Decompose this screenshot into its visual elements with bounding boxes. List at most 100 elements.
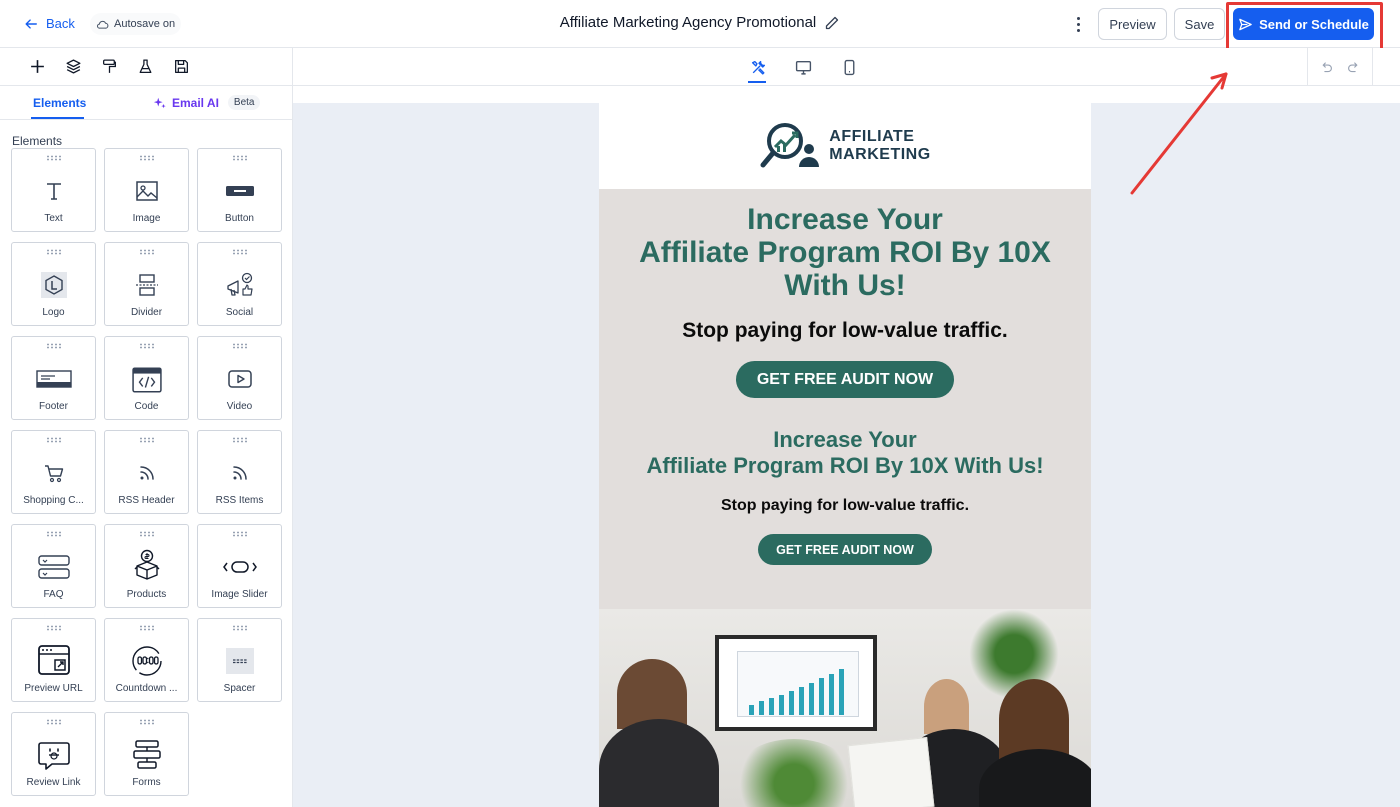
- element-label: Preview URL: [24, 683, 83, 694]
- redo-icon[interactable]: [1347, 61, 1360, 74]
- divider-icon: [135, 274, 158, 296]
- cta-button-primary[interactable]: GET FREE AUDIT NOW: [736, 361, 954, 398]
- element-preview-url[interactable]: Preview URL: [11, 618, 96, 702]
- mobile-view-icon[interactable]: [839, 57, 859, 77]
- email-preview[interactable]: AFFILIATE MARKETING Increase Your Affili…: [599, 103, 1091, 807]
- more-options-icon[interactable]: [1068, 14, 1088, 34]
- desktop-view-icon[interactable]: [793, 57, 813, 77]
- drag-handle-icon[interactable]: [46, 719, 62, 725]
- element-faq[interactable]: FAQ: [11, 524, 96, 608]
- element-divider[interactable]: Divider: [104, 242, 189, 326]
- history-controls: [1307, 48, 1373, 86]
- element-footer[interactable]: Footer: [11, 336, 96, 420]
- preview-button[interactable]: Preview: [1098, 8, 1167, 40]
- element-shopping-cart[interactable]: Shopping C...: [11, 430, 96, 514]
- add-icon[interactable]: [28, 58, 46, 76]
- drag-handle-icon[interactable]: [46, 155, 62, 161]
- active-tab-indicator: [31, 117, 84, 119]
- drag-handle-icon[interactable]: [139, 437, 155, 443]
- send-icon: [1239, 18, 1252, 30]
- logo-icon: [40, 272, 67, 298]
- drag-handle-icon[interactable]: [232, 625, 248, 631]
- element-rss-items[interactable]: RSS Items: [197, 430, 282, 514]
- element-countdown[interactable]: Countdown ...: [104, 618, 189, 702]
- element-label: Image Slider: [211, 589, 268, 600]
- drag-handle-icon[interactable]: [232, 249, 248, 255]
- tab-elements[interactable]: Elements: [33, 96, 86, 110]
- beta-badge: Beta: [227, 95, 261, 110]
- element-image[interactable]: Image: [104, 148, 189, 232]
- drag-handle-icon[interactable]: [139, 531, 155, 537]
- sidebar-toolbar: [0, 48, 292, 86]
- element-rss-header[interactable]: RSS Header: [104, 430, 189, 514]
- back-label: Back: [46, 16, 75, 31]
- element-forms[interactable]: Forms: [104, 712, 189, 796]
- drag-handle-icon[interactable]: [46, 249, 62, 255]
- button-icon: [225, 186, 254, 196]
- tab-email-ai-label: Email AI: [172, 95, 219, 110]
- design-mode-icon[interactable]: [748, 57, 768, 77]
- drag-handle-icon[interactable]: [46, 625, 62, 631]
- save-template-icon[interactable]: [172, 58, 190, 76]
- cloud-icon: [96, 20, 109, 29]
- drag-handle-icon[interactable]: [46, 343, 62, 349]
- element-logo[interactable]: Logo: [11, 242, 96, 326]
- element-label: FAQ: [43, 589, 64, 600]
- send-or-schedule-button[interactable]: Send or Schedule: [1233, 8, 1374, 40]
- element-social[interactable]: Social: [197, 242, 282, 326]
- arrow-left-icon: [25, 18, 37, 29]
- drag-handle-icon[interactable]: [139, 343, 155, 349]
- hero-section[interactable]: Increase Your Affiliate Program ROI By 1…: [599, 189, 1091, 807]
- element-products[interactable]: Products: [104, 524, 189, 608]
- element-text[interactable]: Text: [11, 148, 96, 232]
- paint-roller-icon[interactable]: [100, 58, 118, 76]
- element-spacer[interactable]: Spacer: [197, 618, 282, 702]
- hero-photo: [599, 609, 1091, 807]
- drag-handle-icon[interactable]: [232, 155, 248, 161]
- drag-handle-icon[interactable]: [46, 531, 62, 537]
- element-video[interactable]: Video: [197, 336, 282, 420]
- drag-handle-icon[interactable]: [139, 625, 155, 631]
- element-code[interactable]: Code: [104, 336, 189, 420]
- drag-handle-icon[interactable]: [139, 249, 155, 255]
- drag-handle-icon[interactable]: [232, 531, 248, 537]
- secondary-heading: Increase Your Affiliate Program ROI By 1…: [646, 427, 1044, 478]
- save-button[interactable]: Save: [1174, 8, 1225, 40]
- hero-heading: Increase Your Affiliate Program ROI By 1…: [639, 203, 1051, 302]
- drag-handle-icon[interactable]: [139, 719, 155, 725]
- layers-icon[interactable]: [64, 58, 82, 76]
- element-label: Logo: [42, 307, 65, 318]
- preview-url-icon: [37, 645, 70, 675]
- drag-handle-icon[interactable]: [232, 437, 248, 443]
- flask-icon[interactable]: [136, 58, 154, 76]
- cta-button-secondary[interactable]: GET FREE AUDIT NOW: [758, 534, 932, 565]
- drag-handle-icon[interactable]: [232, 343, 248, 349]
- rss-icon: [139, 466, 154, 480]
- drag-handle-icon[interactable]: [46, 437, 62, 443]
- tab-email-ai[interactable]: Email AI Beta: [153, 95, 261, 110]
- element-review-link[interactable]: Review Link: [11, 712, 96, 796]
- social-icon: [226, 272, 253, 296]
- drag-handle-icon[interactable]: [139, 155, 155, 161]
- element-label: Countdown ...: [115, 683, 178, 694]
- code-icon: [131, 367, 162, 393]
- element-label: Social: [225, 307, 254, 318]
- tv-screen: [715, 635, 877, 731]
- hero-subheading: Stop paying for low-value traffic.: [682, 319, 1008, 342]
- sparkle-icon: [153, 97, 166, 108]
- footer-icon: [35, 370, 72, 388]
- element-label: Divider: [130, 307, 163, 318]
- undo-icon[interactable]: [1320, 61, 1333, 74]
- element-label: Text: [44, 213, 63, 224]
- element-label: Button: [225, 213, 254, 224]
- back-button[interactable]: Back: [24, 16, 75, 31]
- review-link-icon: [37, 742, 70, 770]
- element-image-slider[interactable]: Image Slider: [197, 524, 282, 608]
- elements-grid: Text Image Button Logo Divider Social Fo…: [11, 148, 282, 796]
- active-mode-indicator: [748, 81, 766, 83]
- element-button[interactable]: Button: [197, 148, 282, 232]
- email-logo[interactable]: AFFILIATE MARKETING: [599, 103, 1091, 189]
- element-label: RSS Items: [215, 495, 264, 506]
- secondary-subheading: Stop paying for low-value traffic.: [720, 497, 970, 514]
- pencil-icon[interactable]: [824, 15, 840, 31]
